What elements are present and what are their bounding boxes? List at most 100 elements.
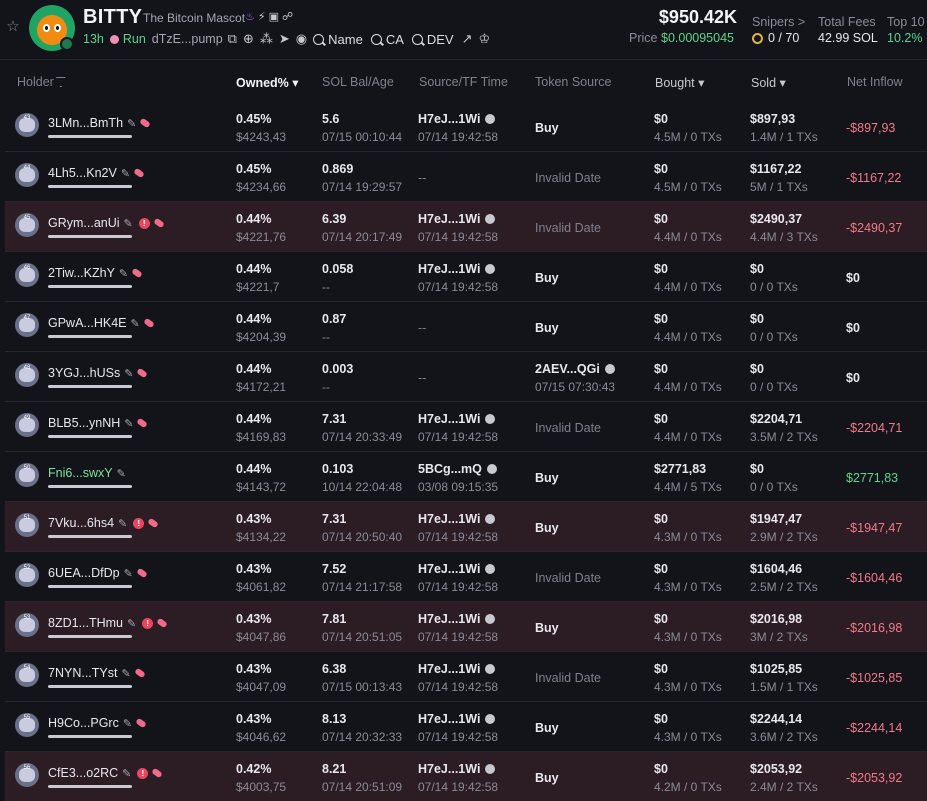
edit-icon[interactable]: ✎ (121, 167, 130, 180)
holder-address[interactable]: 8ZD1...THmu ✎! (48, 616, 169, 630)
external-link-icon[interactable]: ↗ (462, 31, 473, 47)
edit-icon[interactable]: ✎ (121, 667, 130, 680)
holder-address[interactable]: 4Lh5...Kn2V ✎ (48, 166, 145, 180)
token-name: BITTY (83, 6, 143, 28)
token-source[interactable]: 2AEV...QGi (535, 362, 615, 376)
holder-address[interactable]: H9Co...PGrc ✎ (48, 716, 147, 730)
table-row[interactable]: 50 Fni6...swxY ✎ 0.44% $4143,72 0.103 10/14 22… (5, 452, 927, 502)
column-owned[interactable]: Owned% ▾ (236, 75, 299, 90)
price-label: Price (629, 31, 658, 45)
sol-balance: 7.31 (322, 412, 347, 426)
table-row[interactable]: 45 GRym...anUi ✎! 0.44% $4221,76 6.39 07/14 20… (5, 202, 927, 252)
edit-icon[interactable]: ✎ (117, 467, 126, 480)
table-row[interactable]: 51 7Vku...6hs4 ✎! 0.43% $4134,22 7.31 07/14 20… (5, 502, 927, 552)
funding-source[interactable]: H7eJ...1Wi (418, 562, 496, 576)
table-row[interactable]: 53 8ZD1...THmu ✎! 0.43% $4047,86 7.81 07/14 20… (5, 602, 927, 652)
funding-source[interactable]: H7eJ...1Wi (418, 212, 496, 226)
column-bought[interactable]: Bought ▾ (655, 75, 704, 90)
holder-avatar[interactable]: 43 (15, 113, 39, 137)
crown-icon[interactable]: ♔ (479, 31, 491, 47)
funding-source[interactable]: H7eJ...1Wi (418, 762, 496, 776)
holder-avatar[interactable]: 44 (15, 163, 39, 187)
edit-icon[interactable]: ✎ (124, 417, 133, 430)
table-row[interactable]: 56 CfE3...o2RC ✎! 0.42% $4003,75 8.21 07/14 20… (5, 752, 927, 801)
holder-avatar[interactable]: 46 (15, 263, 39, 287)
filter-icon[interactable] (55, 77, 66, 87)
column-token-source[interactable]: Token Source (535, 75, 611, 89)
community-icon[interactable]: ⁂ (260, 31, 273, 47)
holder-address[interactable]: BLB5...ynNH ✎ (48, 416, 149, 430)
holder-rank: 45 (23, 215, 31, 221)
holder-avatar[interactable]: 51 (15, 513, 39, 537)
holder-address[interactable]: GPwA...HK4E ✎ (48, 316, 155, 330)
sol-coin-icon (485, 664, 496, 674)
funding-source[interactable]: H7eJ...1Wi (418, 262, 496, 276)
copy-icon[interactable]: ⧉ (228, 31, 237, 47)
holder-address[interactable]: 3LMn...BmTh ✎ (48, 116, 152, 130)
funding-source[interactable]: H7eJ...1Wi (418, 662, 496, 676)
table-row[interactable]: 47 GPwA...HK4E ✎ 0.44% $4204,39 0.87 -- -- Buy $0… (5, 302, 927, 352)
holder-avatar[interactable]: 56 (15, 763, 39, 787)
search-ca-button[interactable]: CA (370, 32, 404, 47)
holder-address[interactable]: 6UEA...DfDp ✎ (48, 566, 148, 580)
column-source-tf[interactable]: Source/TF Time (419, 75, 508, 89)
column-holder[interactable]: Holder (17, 75, 66, 89)
funding-source[interactable]: H7eJ...1Wi (418, 112, 496, 126)
edit-icon[interactable]: ✎ (127, 117, 136, 130)
column-sol-bal[interactable]: SOL Bal/Age (322, 75, 394, 89)
globe-icon[interactable]: ⊕ (243, 31, 254, 47)
holder-avatar[interactable]: 53 (15, 613, 39, 637)
holder-address[interactable]: GRym...anUi ✎! (48, 216, 165, 230)
warning-icon: ! (138, 217, 150, 229)
telegram-icon[interactable]: ➤ (279, 31, 290, 47)
sold-txs: 2.5M / 2 TXs (750, 580, 818, 594)
funding-source[interactable]: H7eJ...1Wi (418, 612, 496, 626)
holder-address[interactable]: 7NYN...TYst ✎ (48, 666, 146, 680)
holder-avatar[interactable]: 48 (15, 363, 39, 387)
table-row[interactable]: 52 6UEA...DfDp ✎ 0.43% $4061,82 7.52 07/14 21:… (5, 552, 927, 602)
funding-source: -- (418, 321, 427, 335)
holder-address[interactable]: CfE3...o2RC ✎! (48, 766, 164, 780)
table-row[interactable]: 54 7NYN...TYst ✎ 0.43% $4047,09 6.38 07/15 00:… (5, 652, 927, 702)
edit-icon[interactable]: ✎ (119, 267, 128, 280)
edit-icon[interactable]: ✎ (122, 767, 131, 780)
edit-icon[interactable]: ✎ (123, 717, 132, 730)
table-row[interactable]: 49 BLB5...ynNH ✎ 0.44% $4169,83 7.31 07/14 20:… (5, 402, 927, 452)
search-dev-button[interactable]: DEV (411, 32, 454, 47)
holder-avatar[interactable]: 52 (15, 563, 39, 587)
table-row[interactable]: 43 3LMn...BmTh ✎ 0.45% $4243,43 5.6 07/15 00:1… (5, 102, 927, 152)
table-row[interactable]: 48 3YGJ...hUSs ✎ 0.44% $4172,21 0.003 -- -- 2AEV… (5, 352, 927, 402)
favorite-star-icon[interactable]: ☆ (5, 19, 21, 35)
holder-avatar[interactable]: 49 (15, 413, 39, 437)
table-row[interactable]: 46 2Tiw...KZhY ✎ 0.44% $4221,7 0.058 -- H7eJ...… (5, 252, 927, 302)
column-sold[interactable]: Sold ▾ (751, 75, 786, 90)
holder-avatar[interactable]: 55 (15, 713, 39, 737)
edit-icon[interactable]: ✎ (124, 367, 133, 380)
holder-avatar[interactable]: 45 (15, 213, 39, 237)
funding-source[interactable]: 5BCg...mQ (418, 462, 497, 476)
funding-source[interactable]: H7eJ...1Wi (418, 412, 496, 426)
funding-source[interactable]: H7eJ...1Wi (418, 512, 496, 526)
edit-icon[interactable]: ✎ (127, 617, 136, 630)
search-name-button[interactable]: Name (313, 32, 363, 47)
holder-address[interactable]: Fni6...swxY ✎ (48, 466, 126, 480)
funding-source[interactable]: H7eJ...1Wi (418, 712, 496, 726)
contract-address[interactable]: dTzE...pump (152, 32, 223, 46)
holder-address[interactable]: 3YGJ...hUSs ✎ (48, 366, 149, 380)
column-net-inflow[interactable]: Net Inflow (847, 75, 903, 89)
edit-icon[interactable]: ✎ (124, 567, 133, 580)
table-row[interactable]: 44 4Lh5...Kn2V ✎ 0.45% $4234,66 0.869 07/14 19… (5, 152, 927, 202)
sol-coin-icon (485, 414, 496, 424)
snipers-label[interactable]: Snipers > (752, 15, 805, 29)
explorer-icon[interactable]: ◉ (296, 31, 307, 47)
holder-avatar[interactable]: 54 (15, 663, 39, 687)
token-source: Buy (535, 271, 559, 285)
holder-address[interactable]: 7Vku...6hs4 ✎! (48, 516, 160, 530)
edit-icon[interactable]: ✎ (124, 217, 133, 230)
holder-avatar[interactable]: 50 (15, 463, 39, 487)
holder-address[interactable]: 2Tiw...KZhY ✎ (48, 266, 143, 280)
table-row[interactable]: 55 H9Co...PGrc ✎ 0.43% $4046,62 8.13 07/14 20:… (5, 702, 927, 752)
edit-icon[interactable]: ✎ (131, 317, 140, 330)
edit-icon[interactable]: ✎ (118, 517, 127, 530)
holder-avatar[interactable]: 47 (15, 313, 39, 337)
